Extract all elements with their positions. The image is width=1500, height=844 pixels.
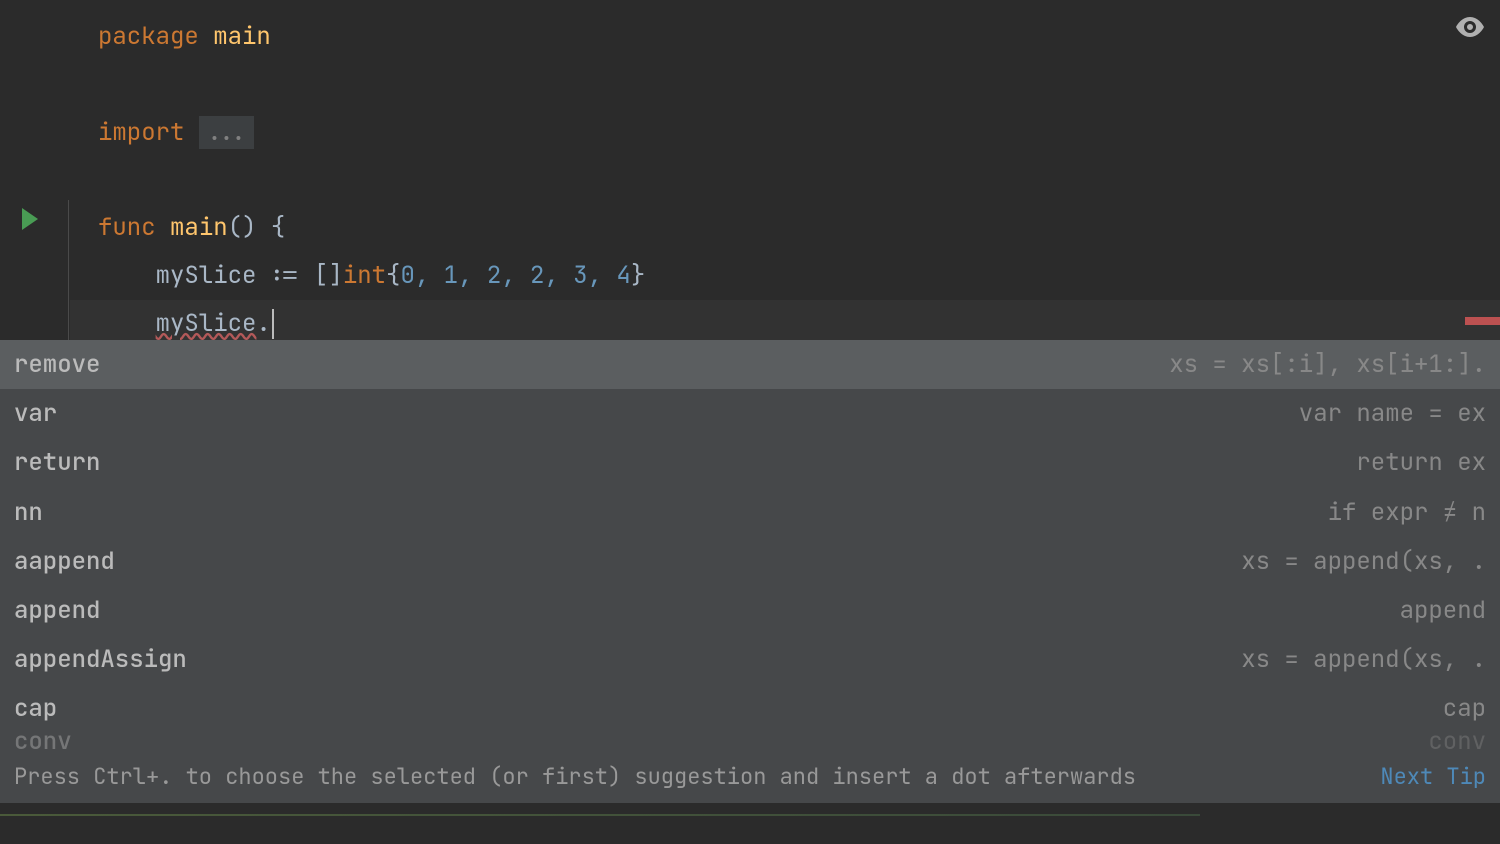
run-icon[interactable] (22, 208, 38, 230)
editor-gutter (0, 0, 70, 340)
next-tip-link[interactable]: Next Tip (1380, 762, 1486, 791)
completion-label: append (14, 595, 100, 626)
keyword-func: func (98, 212, 156, 243)
completion-item-nn[interactable]: nn if expr ≠ n (0, 488, 1500, 537)
func-name: main (170, 212, 228, 243)
editor-area: package main import ... func main() { my… (0, 0, 1500, 340)
completion-label: remove (14, 349, 100, 380)
completion-item-aappend[interactable]: aappend xs = append(xs, . (0, 537, 1500, 586)
completion-item-var[interactable]: var var name = ex (0, 389, 1500, 438)
completion-label: aappend (14, 546, 115, 577)
completion-hint: xs = append(xs, . (1241, 546, 1486, 577)
func-parens: () { (228, 212, 286, 243)
var-name: mySlice (156, 260, 257, 291)
code-line: func main() { (98, 204, 1472, 252)
keyword-package: package (98, 21, 199, 52)
completion-hint: xs = xs[:i], xs[i+1:]. (1169, 349, 1486, 380)
completion-item-appendassign[interactable]: appendAssign xs = append(xs, . (0, 635, 1500, 684)
completion-hint: append (1400, 595, 1486, 626)
type-int: int (343, 260, 386, 291)
slice-values: 0, 1, 2, 2, 3, 4 (400, 260, 630, 291)
completion-label: cap (14, 693, 57, 724)
completion-label: appendAssign (14, 644, 187, 675)
error-stripe-marker[interactable] (1465, 317, 1500, 325)
code-line-empty (98, 61, 1472, 109)
keyword-import: import (98, 117, 184, 148)
completion-popup: remove xs = xs[:i], xs[i+1:]. var var na… (0, 340, 1500, 803)
completion-hint: var name = ex (1299, 398, 1486, 429)
code-line: package main (98, 13, 1472, 61)
fold-indicator-line (68, 200, 69, 340)
completion-label: return (14, 447, 100, 478)
text-cursor (272, 309, 274, 339)
package-name: main (213, 21, 271, 52)
completion-item-append[interactable]: append append (0, 586, 1500, 635)
bottom-progress-indicator (0, 814, 1200, 816)
completion-label: nn (14, 497, 43, 528)
completion-label: var (14, 398, 57, 429)
footer-hint-text: Press Ctrl+. to choose the selected (or … (14, 762, 1136, 791)
completion-hint: xs = append(xs, . (1241, 644, 1486, 675)
completion-hint: if expr ≠ n (1328, 497, 1486, 528)
completion-hint: return ex (1356, 447, 1486, 478)
code-line: import ... (98, 109, 1472, 157)
completion-item-return[interactable]: return return ex (0, 438, 1500, 487)
completion-item-remove[interactable]: remove xs = xs[:i], xs[i+1:]. (0, 340, 1500, 389)
completion-hint: cap (1443, 693, 1486, 724)
completion-footer: Press Ctrl+. to choose the selected (or … (0, 750, 1500, 803)
completion-hint: conv (1428, 734, 1486, 750)
code-line-empty (98, 156, 1472, 204)
inspections-icon[interactable] (1456, 14, 1484, 34)
completion-label: conv (14, 734, 72, 750)
code-line: mySlice := []int{0, 1, 2, 2, 3, 4} (98, 252, 1472, 300)
import-fold[interactable]: ... (199, 116, 254, 149)
completion-item-cap[interactable]: cap cap (0, 684, 1500, 733)
var-reference: mySlice (156, 308, 257, 339)
completion-item-conv[interactable]: conv conv (0, 734, 1500, 750)
code-content[interactable]: package main import ... func main() { my… (70, 0, 1500, 340)
